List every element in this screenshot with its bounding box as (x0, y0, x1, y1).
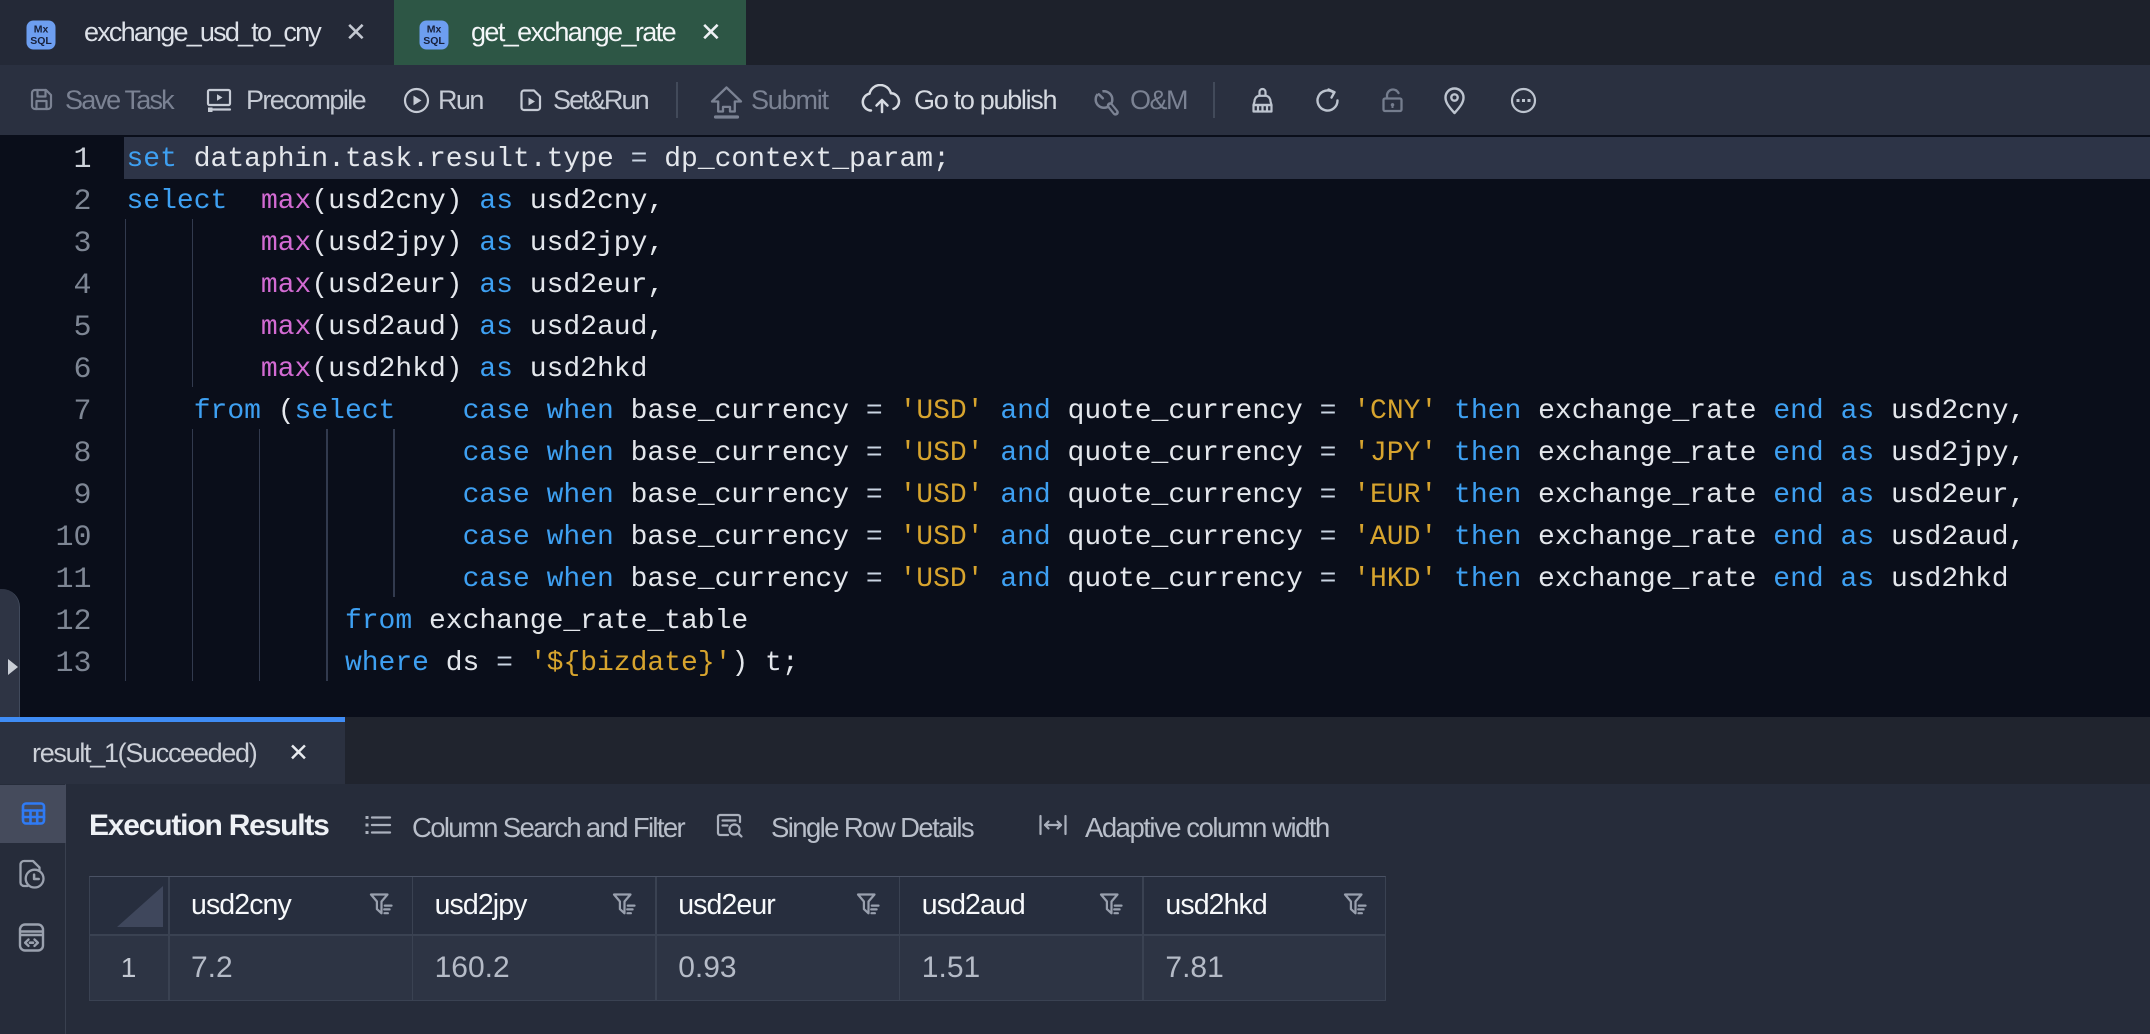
svg-text:Mx: Mx (34, 24, 49, 36)
svg-text:Mx: Mx (427, 24, 442, 36)
svg-text:SQL: SQL (30, 35, 52, 47)
svg-text:SQL: SQL (423, 35, 445, 47)
